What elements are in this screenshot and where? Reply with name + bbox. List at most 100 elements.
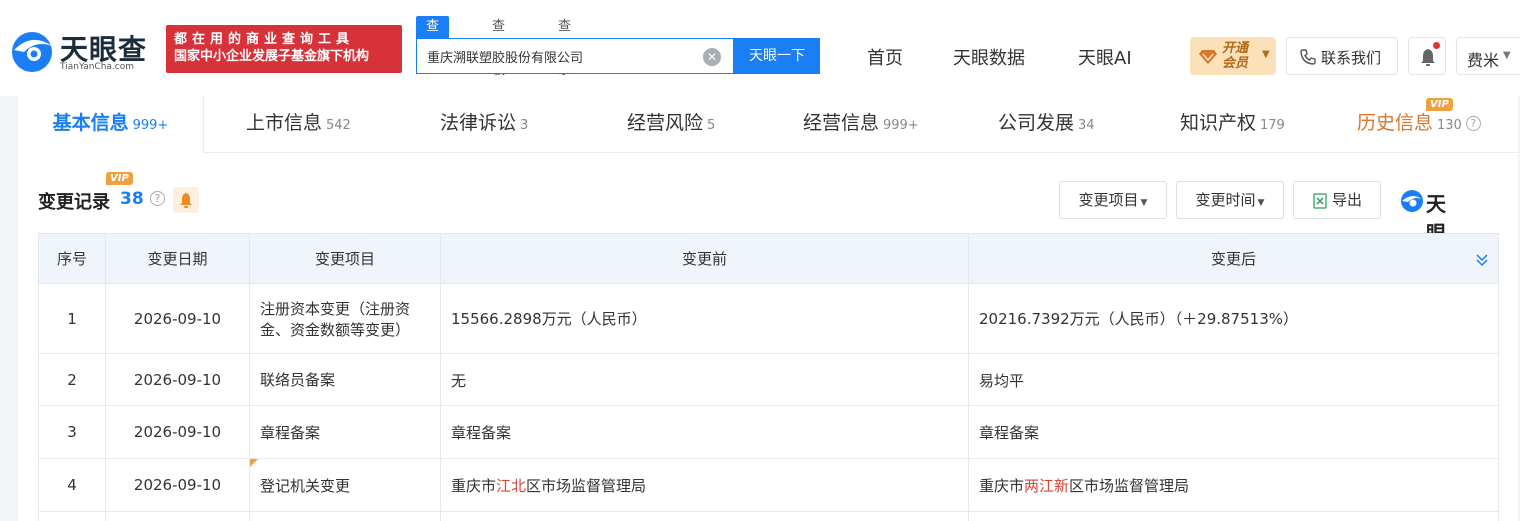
collapse-double-chevron-icon[interactable] [1474,252,1490,268]
cell-no: 4 [38,458,106,512]
table-row [38,511,1499,521]
tab-development[interactable]: 公司发展 34 [998,96,1095,153]
vip-badge: VIP [1426,98,1453,111]
user-menu-button[interactable]: 费米 ▼ [1456,37,1520,75]
top-header: 天眼查 TianYanCha.com 都在用的商业查询工具 国家中小企业发展子基… [0,0,1520,96]
search-input[interactable] [427,39,697,73]
search-button[interactable]: 天眼一下 [734,38,820,74]
section-count: 38 [120,189,144,209]
cell-before: 章程备案 [440,405,969,459]
tab-count: 179 [1260,118,1285,133]
search-tab-company[interactable]: 查公司 [416,16,450,78]
chevron-down-icon: ▼ [1503,50,1511,61]
filter-change-item-dropdown[interactable]: 变更项目 ▼ [1059,181,1167,219]
logo-domain: TianYanCha.com [60,62,135,72]
cell-empty [440,511,969,521]
cell-text: 重庆市 [979,477,1025,495]
phone-icon [1300,49,1316,65]
tab-count: 999+ [883,118,919,133]
filter-time-label: 变更时间 [1195,191,1256,209]
chevron-down-icon: ▼ [1257,198,1265,208]
cell-highlight: 两江新 [1024,477,1070,495]
tab-ip[interactable]: 知识产权 179 [1180,96,1285,153]
column-header-before: 变更前 [440,233,969,284]
slogan-line-1: 都在用的商业查询工具 [174,32,355,47]
chevron-down-icon: ▼ [1140,198,1148,208]
search-tab-relation[interactable]: 查关系 [558,16,571,78]
nav-tianyan-data[interactable]: 天眼数据 [953,44,1025,70]
cell-before: 重庆市江北区市场监督管理局 [440,458,969,512]
table-row: 4 2026-09-10 登记机关变更 重庆市江北区市场监督管理局 重庆市两江新… [38,458,1499,512]
search-box: ✕ [416,38,734,74]
tab-listing-info[interactable]: 上市信息 542 [246,96,351,153]
cell-after: 重庆市两江新区市场监督管理局 [968,458,1499,512]
filter-item-label: 变更项目 [1078,191,1139,209]
export-button[interactable]: 导出 [1293,181,1381,219]
notification-button[interactable] [1408,37,1446,75]
open-vip-button[interactable]: 开通 会员 ▼ [1190,37,1276,75]
vip-badge: VIP [106,172,133,185]
cell-after: 20216.7392万元（人民币）（＋29.87513%） [968,283,1499,354]
cell-no: 1 [38,283,106,354]
contact-us-label: 联系我们 [1321,49,1382,67]
logo-eye-icon [1401,190,1423,212]
cell-text: 区市场监督管理局 [526,477,647,495]
tab-count: 999+ [132,118,169,133]
tab-count: 34 [1078,118,1095,133]
tab-history[interactable]: 历史信息 130? [1357,96,1481,153]
tab-basic-info[interactable]: 基本信息 999+ [18,96,204,153]
cell-text: 区市场监督管理局 [1069,477,1190,495]
filter-change-time-dropdown[interactable]: 变更时间 ▼ [1176,181,1284,219]
cell-no: 2 [38,353,106,406]
cell-item: 联络员备案 [249,353,441,406]
open-vip-line-2: 会员 [1222,56,1249,71]
bell-icon [1421,49,1435,66]
open-vip-label: 开通 会员 [1222,41,1248,71]
notification-dot [1433,42,1440,49]
cell-no: 3 [38,405,106,459]
nav-home[interactable]: 首页 [867,44,903,70]
tab-label: 上市信息 [246,112,323,134]
cell-empty [249,511,441,521]
company-tab-bar: 基本信息 999+ 上市信息 542 法律诉讼 3 经营风险 5 经营信息 999+ 公司… [18,96,1518,153]
cell-empty [105,511,250,521]
tab-risk[interactable]: 经营风险 5 [627,96,715,153]
tab-label: 经营风险 [627,112,704,134]
cell-empty [38,511,106,521]
table-row: 1 2026-09-10 注册资本变更（注册资金、资金数额等变更） 15566.… [38,283,1499,354]
column-header-date[interactable]: 变更日期 [105,233,250,284]
change-records-table: 序号 变更日期 变更项目 变更前 变更后 1 2026-09-10 注册资本变更… [38,233,1499,521]
cell-empty [968,511,1499,521]
help-icon[interactable]: ? [1465,116,1481,131]
tab-operation[interactable]: 经营信息 999+ [803,96,919,153]
help-icon[interactable]: ? [150,191,165,206]
cell-date: 2026-09-10 [105,283,250,354]
table-row: 2 2026-09-10 联络员备案 无 易均平 [38,353,1499,406]
search-tab-boss[interactable]: 查老板 [492,16,505,78]
chevron-down-icon: ▼ [1262,49,1270,60]
tab-label: 公司发展 [998,112,1075,134]
cell-date: 2026-09-10 [105,353,250,406]
clear-search-icon[interactable]: ✕ [703,48,721,66]
subscribe-bell-button[interactable] [173,187,199,213]
diamond-icon [1199,50,1217,64]
cell-item: 注册资本变更（注册资金、资金数额等变更） [249,283,441,354]
nav-tianyan-ai[interactable]: 天眼AI [1078,44,1132,70]
tab-label: 知识产权 [1180,112,1257,134]
cell-before: 15566.2898万元（人民币） [440,283,969,354]
tab-label: 历史信息 [1357,112,1434,134]
cell-item-text: 登记机关变更 [260,476,351,495]
cell-before: 无 [440,353,969,406]
tab-count: 5 [707,118,716,133]
export-label: 导出 [1331,191,1362,209]
tianyancha-logo[interactable]: 天眼查 TianYanCha.com [8,26,158,76]
cell-date: 2026-09-10 [105,458,250,512]
cell-date: 2026-09-10 [105,405,250,459]
tab-legal[interactable]: 法律诉讼 3 [440,96,528,153]
cell-item: 登记机关变更 [249,458,441,512]
section-title: 变更记录 [38,192,110,213]
column-header-after: 变更后 [968,233,1499,284]
contact-us-button[interactable]: 联系我们 [1286,37,1398,75]
slogan-banner: 都在用的商业查询工具 国家中小企业发展子基金旗下机构 [166,25,402,73]
cell-highlight: 江北 [496,477,527,495]
